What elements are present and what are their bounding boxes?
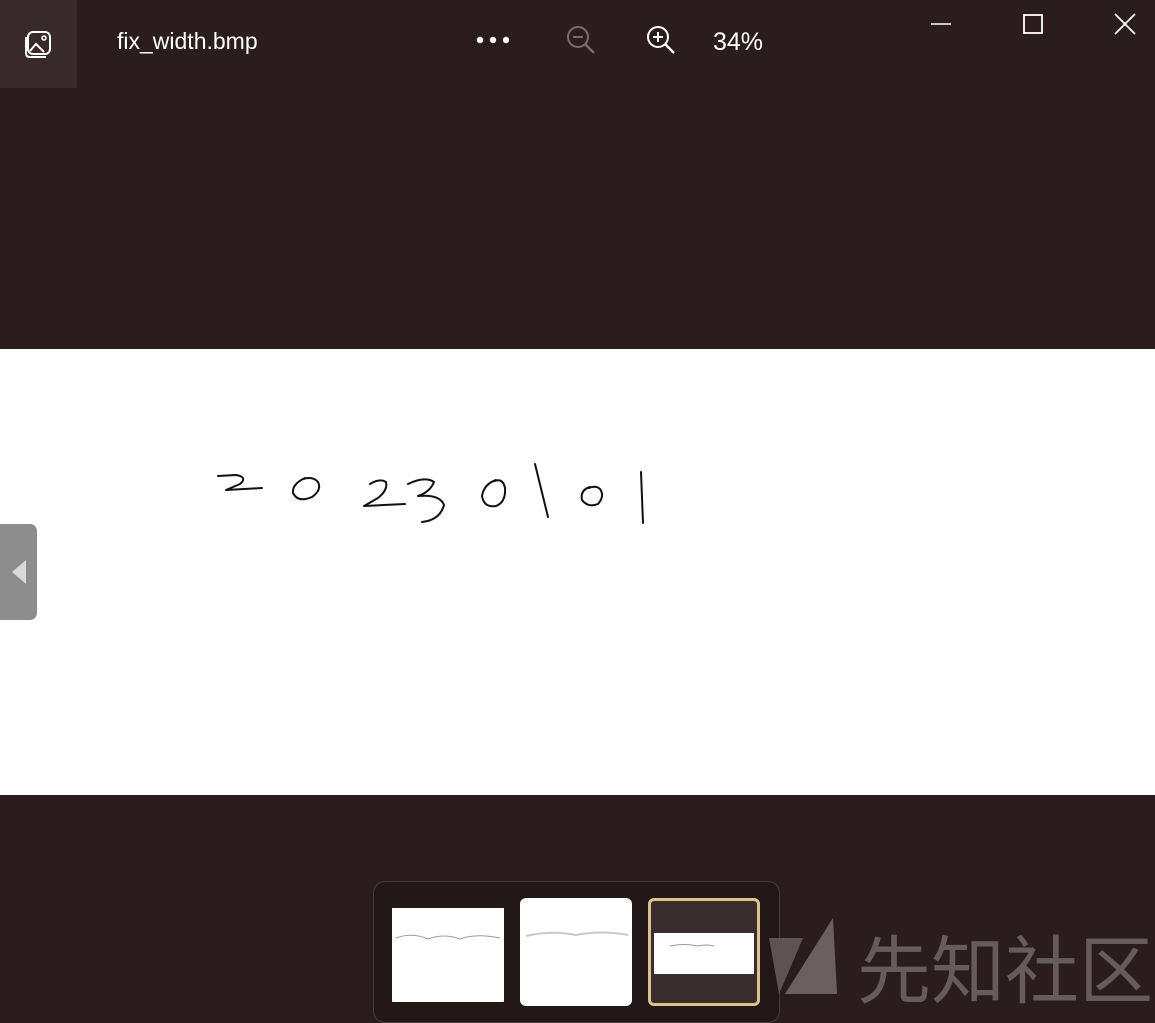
thumbnail-doodle (395, 934, 501, 940)
app-icon-button[interactable] (0, 0, 77, 88)
zoom-in-button[interactable] (641, 20, 681, 60)
title-bar: fix_width.bmp 34% (0, 0, 1155, 88)
thumbnail-image (392, 908, 504, 1002)
maximize-icon (1023, 14, 1043, 34)
watermark-text: 先知社区 (857, 929, 1153, 1015)
thumbnail-image (654, 933, 754, 974)
more-options-button[interactable] (472, 24, 514, 56)
thumbnail-2[interactable] (520, 898, 632, 1006)
zoom-in-icon (647, 26, 675, 54)
zoom-out-icon (567, 26, 595, 54)
zoom-level-label[interactable]: 34% (713, 28, 763, 57)
previous-image-button[interactable] (0, 524, 37, 620)
close-icon (1114, 13, 1136, 35)
filmstrip (373, 881, 780, 1023)
more-horizontal-icon (476, 36, 510, 44)
watermark: 先知社区 (765, 910, 1153, 1015)
thumbnail-doodle (669, 944, 715, 947)
image-canvas (0, 349, 1155, 795)
thumbnail-1[interactable] (392, 898, 504, 1006)
photo-gallery-icon (24, 31, 51, 58)
maximize-button[interactable] (987, 0, 1079, 48)
minimize-button[interactable] (895, 0, 987, 48)
zoom-out-button[interactable] (561, 20, 601, 60)
handwritten-digits-drawing (217, 463, 644, 524)
thumbnail-3-selected[interactable] (648, 898, 760, 1006)
watermark-logo (769, 918, 837, 994)
chevron-left-icon (11, 560, 26, 584)
close-button[interactable] (1079, 0, 1155, 48)
thumbnail-doodle (525, 931, 629, 937)
minimize-icon (931, 23, 951, 25)
file-name: fix_width.bmp (117, 28, 258, 54)
